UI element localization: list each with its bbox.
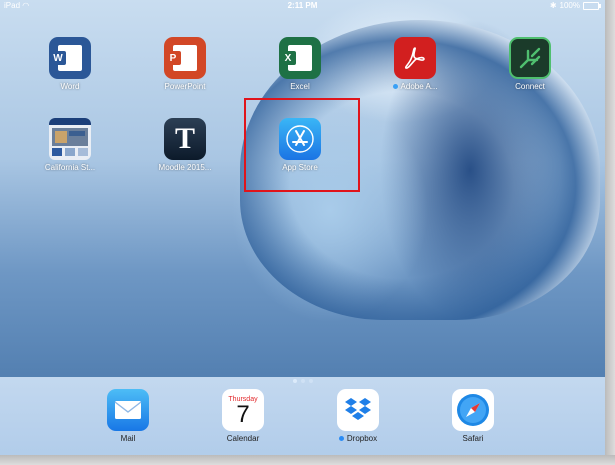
app-label: Moodle 2015... xyxy=(158,163,212,172)
battery-icon xyxy=(583,1,601,10)
app-label: Safari xyxy=(462,434,484,443)
frame-shadow-right xyxy=(605,0,615,465)
app-calendar[interactable]: Thursday 7 Calendar xyxy=(203,389,283,443)
calendar-day-number: 7 xyxy=(236,400,250,428)
app-label: Excel xyxy=(290,82,310,91)
app-word[interactable]: W Word xyxy=(30,37,110,91)
app-label: Connect xyxy=(515,82,545,91)
status-bar: iPad ◠ 2:11 PM ✱ 100% xyxy=(0,0,605,12)
dock: Mail Thursday 7 Calendar Dropbox Safari xyxy=(0,377,605,455)
app-label: Calendar xyxy=(226,434,260,443)
app-connect[interactable]: Connect xyxy=(490,37,570,91)
connect-icon xyxy=(509,37,551,79)
bluetooth-icon: ✱ xyxy=(549,1,557,10)
app-adobe-acrobat[interactable]: Adobe A... xyxy=(375,37,455,91)
app-label: Mail xyxy=(120,434,136,443)
mail-icon xyxy=(107,389,149,431)
app-dropbox[interactable]: Dropbox xyxy=(318,389,398,443)
app-california-state[interactable]: California St... xyxy=(30,118,110,172)
app-mail[interactable]: Mail xyxy=(88,389,168,443)
app-label: California St... xyxy=(44,163,96,172)
adobe-acrobat-icon xyxy=(394,37,436,79)
app-label: Dropbox xyxy=(318,434,398,443)
excel-icon: X xyxy=(279,37,321,79)
safari-icon xyxy=(452,389,494,431)
app-moodle[interactable]: T Moodle 2015... xyxy=(145,118,225,172)
downloading-indicator xyxy=(392,84,398,90)
app-label: PowerPoint xyxy=(164,82,206,91)
highlight-box xyxy=(244,98,360,192)
powerpoint-icon: P xyxy=(164,37,206,79)
app-safari[interactable]: Safari xyxy=(433,389,513,443)
moodle-icon: T xyxy=(164,118,206,160)
ipad-home-screen: iPad ◠ 2:11 PM ✱ 100% W Word P PowerPoin… xyxy=(0,0,605,455)
clock: 2:11 PM xyxy=(287,1,318,10)
battery-percent: 100% xyxy=(559,1,580,10)
status-right: ✱ 100% xyxy=(549,1,601,10)
dropbox-icon xyxy=(337,389,379,431)
calendar-icon: Thursday 7 xyxy=(222,389,264,431)
app-excel[interactable]: X Excel xyxy=(260,37,340,91)
app-label: Adobe A... xyxy=(375,82,455,91)
california-state-icon xyxy=(49,118,91,160)
word-icon: W xyxy=(49,37,91,79)
frame-shadow-bottom xyxy=(0,455,615,465)
new-content-indicator xyxy=(338,436,344,442)
app-powerpoint[interactable]: P PowerPoint xyxy=(145,37,225,91)
app-label: Word xyxy=(60,82,80,91)
